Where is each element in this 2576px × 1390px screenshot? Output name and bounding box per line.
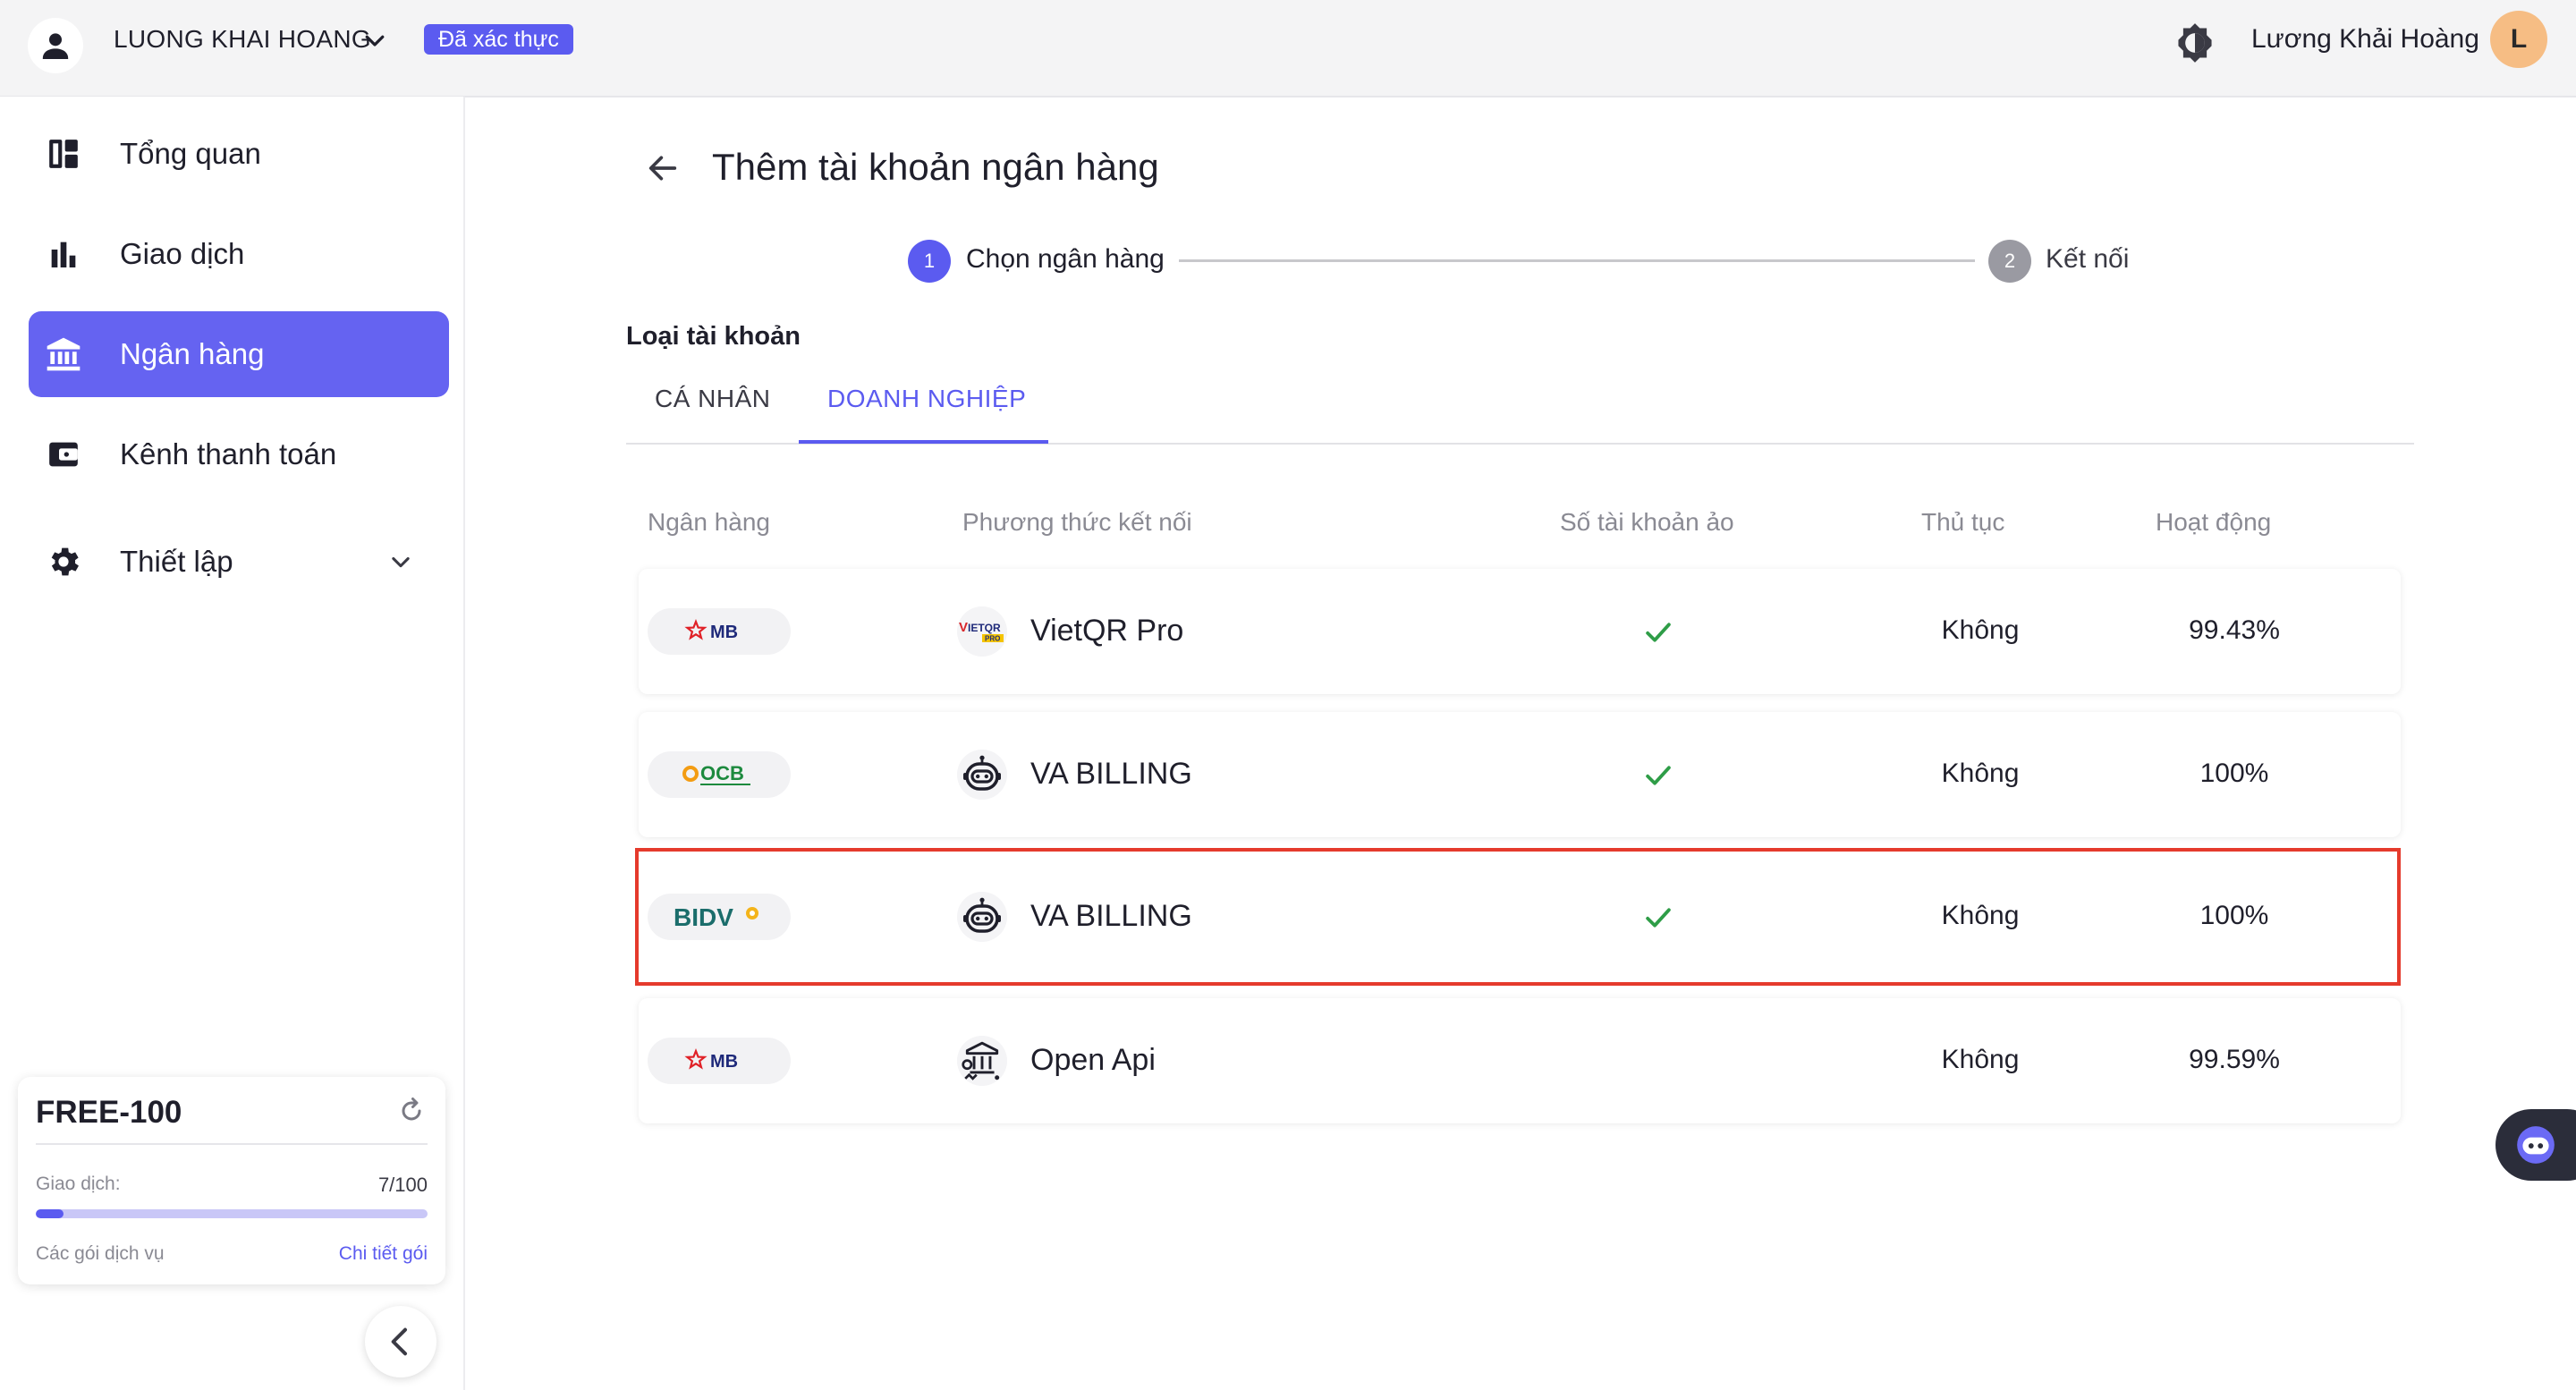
ocb-bank-logo: OCB xyxy=(648,751,791,798)
check-icon xyxy=(1641,759,1675,797)
account-type-label: Loại tài khoản xyxy=(626,322,801,351)
table-row[interactable]: OCB VA BILLING Không 100% xyxy=(639,712,2401,837)
vietqr-pro-logo: V IETQR PRO xyxy=(957,606,1007,657)
procedure-value: Không xyxy=(1941,759,2020,788)
svg-text:V: V xyxy=(959,620,968,635)
robot-icon xyxy=(957,750,1007,800)
svg-text:PRO: PRO xyxy=(985,635,1000,643)
back-arrow-icon[interactable] xyxy=(642,150,683,191)
tab-active-indicator xyxy=(799,440,1048,444)
svg-text:BIDV: BIDV xyxy=(674,903,733,931)
svg-text:OCB: OCB xyxy=(700,762,744,784)
chevron-left-icon xyxy=(391,1327,407,1356)
chevron-down-icon[interactable] xyxy=(360,27,390,58)
method-label: Open Api xyxy=(1030,1043,1156,1077)
user-icon[interactable] xyxy=(28,18,83,73)
refresh-icon[interactable] xyxy=(395,1095,428,1131)
step-2-indicator: 2 xyxy=(1988,240,2031,283)
table-row[interactable]: MB V IETQR PRO VietQR Pro Không 99.43% xyxy=(639,569,2401,694)
step-2-label: Kết nối xyxy=(2046,244,2130,274)
transactions-progress-bar xyxy=(36,1209,428,1218)
header-connection-method: Phương thức kết nối xyxy=(962,508,1192,536)
procedure-value: Không xyxy=(1941,1045,2020,1074)
sidebar-item-bank[interactable]: Ngân hàng xyxy=(29,311,449,397)
tab-business[interactable]: DOANH NGHIỆP xyxy=(827,385,1026,413)
uptime-value: 100% xyxy=(2199,901,2269,930)
mb-bank-logo: MB xyxy=(648,608,791,655)
check-icon xyxy=(1641,901,1675,939)
sidebar-item-transactions[interactable]: Giao dịch xyxy=(29,211,449,297)
plan-name: FREE-100 xyxy=(36,1095,182,1130)
sidebar-item-label: Ngân hàng xyxy=(120,337,265,370)
avatar[interactable]: L xyxy=(2490,11,2547,68)
sidebar-item-label: Kênh thanh toán xyxy=(120,437,337,470)
mb-bank-logo: MB xyxy=(648,1038,791,1084)
check-icon xyxy=(1641,615,1675,654)
plan-details-link[interactable]: Chi tiết gói xyxy=(339,1243,428,1265)
step-1-indicator: 1 xyxy=(908,240,951,283)
chat-assistant-button[interactable] xyxy=(2496,1109,2576,1181)
top-bar: LUONG KHAI HOANG Đã xác thực Lương Khải … xyxy=(0,0,2576,97)
dashboard-icon xyxy=(41,131,86,176)
bidv-bank-logo: BIDV xyxy=(648,894,791,940)
divider xyxy=(36,1143,428,1145)
table-row-highlighted[interactable]: BIDV VA BILLING Không 100% xyxy=(635,848,2401,986)
method-label: VA BILLING xyxy=(1030,757,1192,791)
sidebar-item-label: Tổng quan xyxy=(120,137,261,170)
procedure-value: Không xyxy=(1941,615,2020,645)
plan-card: FREE-100 Giao dịch: 7/100 Các gói dịch v… xyxy=(18,1077,445,1284)
bar-chart-icon xyxy=(41,232,86,276)
collapse-sidebar-button[interactable] xyxy=(365,1306,436,1377)
user-fullname[interactable]: Lương Khải Hoàng xyxy=(2251,21,2479,57)
theme-toggle-icon[interactable] xyxy=(2170,18,2220,68)
chat-bot-icon xyxy=(2517,1126,2555,1164)
method-label: VA BILLING xyxy=(1030,899,1192,933)
procedure-value: Không xyxy=(1941,901,2020,930)
wallet-icon xyxy=(41,432,86,477)
progress-fill xyxy=(36,1209,64,1218)
sidebar-item-payment-channels[interactable]: Kênh thanh toán xyxy=(29,411,449,497)
header-procedure: Thủ tục xyxy=(1921,508,2005,536)
stepper-connector xyxy=(1179,259,1975,262)
transactions-label: Giao dịch: xyxy=(36,1174,121,1194)
table-row[interactable]: MB Open Api Không 99.59% xyxy=(639,998,2401,1123)
sidebar-item-label: Giao dịch xyxy=(120,237,245,270)
sidebar-item-label: Thiết lập xyxy=(120,545,233,578)
sidebar-item-settings[interactable]: Thiết lập xyxy=(29,519,449,605)
transactions-value: 7/100 xyxy=(377,1174,428,1196)
chevron-down-icon[interactable] xyxy=(386,549,415,579)
svg-text:MB: MB xyxy=(710,1052,738,1072)
uptime-value: 99.59% xyxy=(2189,1045,2280,1074)
page-title: Thêm tài khoản ngân hàng xyxy=(712,146,1159,188)
header-virtual-account: Số tài khoản ảo xyxy=(1560,508,1734,536)
account-name[interactable]: LUONG KHAI HOANG xyxy=(114,21,371,57)
method-label: VietQR Pro xyxy=(1030,614,1184,648)
uptime-value: 100% xyxy=(2199,759,2269,788)
verified-badge: Đã xác thực xyxy=(424,24,573,55)
step-1-label: Chọn ngân hàng xyxy=(966,244,1165,274)
bank-api-icon xyxy=(957,1036,1007,1086)
packages-label: Các gói dịch vụ xyxy=(36,1243,165,1264)
tab-personal[interactable]: CÁ NHÂN xyxy=(655,385,771,413)
header-uptime: Hoạt động xyxy=(2156,508,2272,536)
uptime-value: 99.43% xyxy=(2189,615,2280,645)
svg-text:MB: MB xyxy=(710,623,738,642)
header-bank: Ngân hàng xyxy=(648,508,771,536)
sidebar-item-overview[interactable]: Tổng quan xyxy=(29,111,449,197)
robot-icon xyxy=(957,892,1007,942)
gear-icon xyxy=(41,539,86,584)
svg-text:IETQR: IETQR xyxy=(968,622,1001,634)
bank-icon xyxy=(41,332,86,377)
